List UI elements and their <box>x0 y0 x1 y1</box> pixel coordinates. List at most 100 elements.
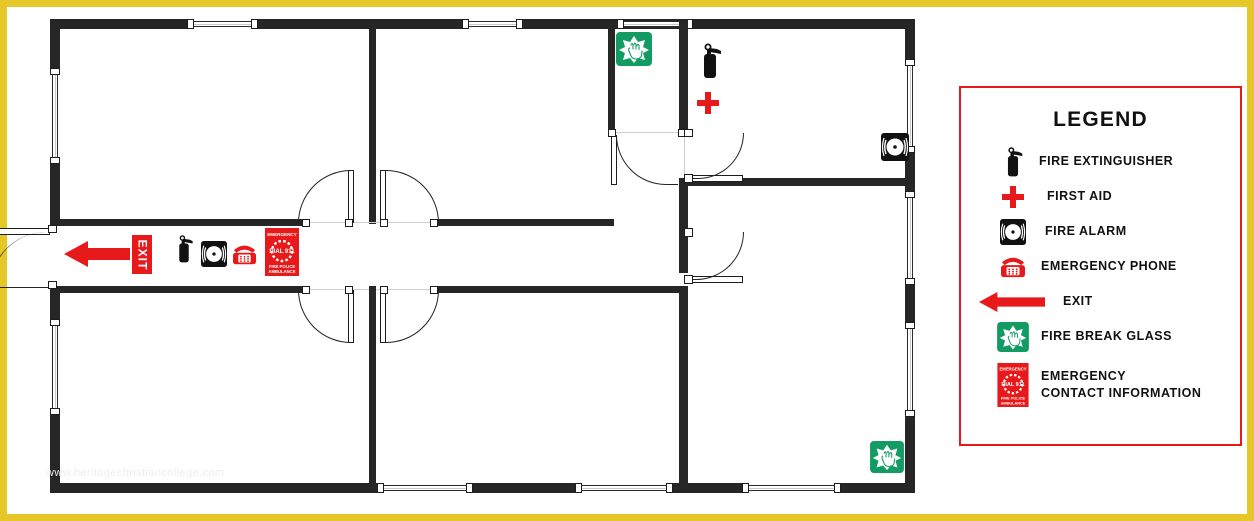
window-jamb <box>905 191 915 198</box>
fire-alarm-icon[interactable] <box>201 241 227 267</box>
window-jamb <box>617 19 624 29</box>
svg-text:EMERGENCY: EMERGENCY <box>999 366 1026 371</box>
wall-exterior-top-a <box>50 19 190 29</box>
emergency-phone-icon[interactable] <box>231 243 258 266</box>
door-jamb <box>345 219 353 227</box>
legend-label: FIRE BREAK GLASS <box>1041 329 1172 344</box>
svg-text:DIAL 911: DIAL 911 <box>1001 382 1024 388</box>
fire-extinguisher-icon[interactable] <box>173 232 195 266</box>
window-left-1 <box>52 71 58 161</box>
window-jamb <box>377 483 384 493</box>
door-swing-arc-lower-left <box>298 290 354 343</box>
emergency-contact-icon: EMERGENCY DIAL 911 FIRE POLICE AMBULANCE <box>987 363 1039 407</box>
window-jamb <box>516 19 523 29</box>
wall-exterior-top-b <box>255 19 465 29</box>
fire-alarm-icon[interactable] <box>881 133 909 161</box>
window-right-2 <box>907 194 913 282</box>
legend-label: FIRE EXTINGUISHER <box>1039 154 1174 169</box>
door-jamb <box>48 281 57 289</box>
legend-item-exit[interactable]: EXIT <box>961 284 1240 319</box>
legend-item-first-aid[interactable]: FIRST AID <box>961 179 1240 214</box>
window-top-1 <box>190 21 255 27</box>
wall-exterior-bottom-a <box>50 483 380 493</box>
wall-exterior-right-d <box>905 413 915 493</box>
page-frame-right <box>1247 0 1254 521</box>
watermark-text: www.heritagechristiancollege.com <box>46 467 225 479</box>
window-jamb <box>834 483 841 493</box>
window-jamb <box>462 19 469 29</box>
wall-interior-h-lower-a <box>50 286 306 293</box>
legend-item-fire-alarm[interactable]: FIRE ALARM <box>961 214 1240 249</box>
wall-exterior-right-a <box>905 19 915 62</box>
fire-break-glass-icon[interactable] <box>616 32 652 66</box>
fire-alarm-icon <box>987 218 1039 245</box>
door-swing-arc-right-wing <box>688 232 744 280</box>
emergency-phone-icon <box>987 255 1039 279</box>
fire-extinguisher-icon <box>987 146 1039 178</box>
door-jamb <box>608 129 616 137</box>
door-jamb <box>345 286 353 294</box>
door-jamb <box>684 129 693 137</box>
wall-interior-v-3 <box>679 19 688 132</box>
door-swing-arc-entrance-2 <box>0 231 50 288</box>
svg-text:DIAL 911: DIAL 911 <box>269 249 295 255</box>
svg-text:EMERGENCY: EMERGENCY <box>267 232 297 237</box>
window-bottom-3 <box>745 485 838 491</box>
legend-item-emergency-contact[interactable]: EMERGENCY DIAL 911 FIRE POLICE AMBULANCE… <box>961 362 1240 408</box>
wall-interior-v-5 <box>679 286 688 493</box>
door-jamb <box>430 286 438 294</box>
first-aid-icon[interactable] <box>697 92 719 114</box>
window-bottom-1 <box>380 485 470 491</box>
wall-exterior-bottom-b <box>470 483 580 493</box>
exit-sign-plate[interactable]: EXIT <box>130 233 154 276</box>
door-swing-arc-upper-left <box>298 170 354 223</box>
door-jamb <box>302 219 310 227</box>
legend-label: EMERGENCY PHONE <box>1041 259 1177 274</box>
window-jamb <box>251 19 258 29</box>
window-jamb <box>905 322 915 329</box>
wall-exterior-left-b <box>50 161 60 227</box>
door-jamb <box>430 219 438 227</box>
window-jamb <box>50 319 60 326</box>
door-jamb <box>302 286 310 294</box>
window-jamb <box>905 278 915 285</box>
emergency-contact-icon[interactable]: EMERGENCY DIAL 911 FIRE POLICE AMBULANCE <box>265 228 299 276</box>
door-swing-arc-lower-right <box>383 290 439 343</box>
legend-title: LEGEND <box>1053 108 1148 131</box>
window-jamb <box>50 408 60 415</box>
wall-exterior-right-c <box>905 281 915 325</box>
window-jamb <box>905 410 915 417</box>
door-opening-line <box>612 132 684 133</box>
exit-sign-label: EXIT <box>135 239 150 270</box>
fire-extinguisher-icon[interactable] <box>696 42 724 80</box>
legend-label: FIRST AID <box>1047 189 1113 204</box>
svg-text:AMBULANCE: AMBULANCE <box>269 269 296 274</box>
legend-item-emergency-phone[interactable]: EMERGENCY PHONE <box>961 249 1240 284</box>
wall-interior-v-6 <box>608 19 615 132</box>
door-swing-arc-top-right-room <box>688 133 744 179</box>
door-jamb <box>684 174 693 183</box>
window-jamb <box>187 19 194 29</box>
wall-exterior-left-d <box>50 412 60 493</box>
fire-break-glass-icon[interactable] <box>870 441 904 473</box>
window-jamb <box>905 59 915 66</box>
exit-arrow-icon <box>979 290 1049 314</box>
floor-plan-drawing: EXIT EMERGENCY DIAL 911 FIRE POLICE AMBU… <box>0 0 955 521</box>
window-bottom-2 <box>578 485 670 491</box>
door-jamb <box>684 228 693 237</box>
door-jamb <box>380 219 388 227</box>
window-left-2 <box>52 322 58 412</box>
window-jamb <box>666 483 673 493</box>
fire-break-glass-icon <box>987 321 1039 352</box>
wall-interior-h-upper-a <box>50 219 306 226</box>
legend-item-fire-break-glass[interactable]: FIRE BREAK GLASS <box>961 319 1240 354</box>
legend-item-fire-extinguisher[interactable]: FIRE EXTINGUISHER <box>961 144 1240 179</box>
wall-exterior-left-a <box>50 19 60 71</box>
window-jamb <box>466 483 473 493</box>
door-jamb <box>684 275 693 284</box>
wall-interior-h-lower-b <box>434 286 684 293</box>
door-swing-arc-upper-right <box>383 170 439 223</box>
window-top-2 <box>465 21 520 27</box>
legend-label: EXIT <box>1063 294 1093 309</box>
wall-interior-v-4 <box>679 178 688 273</box>
